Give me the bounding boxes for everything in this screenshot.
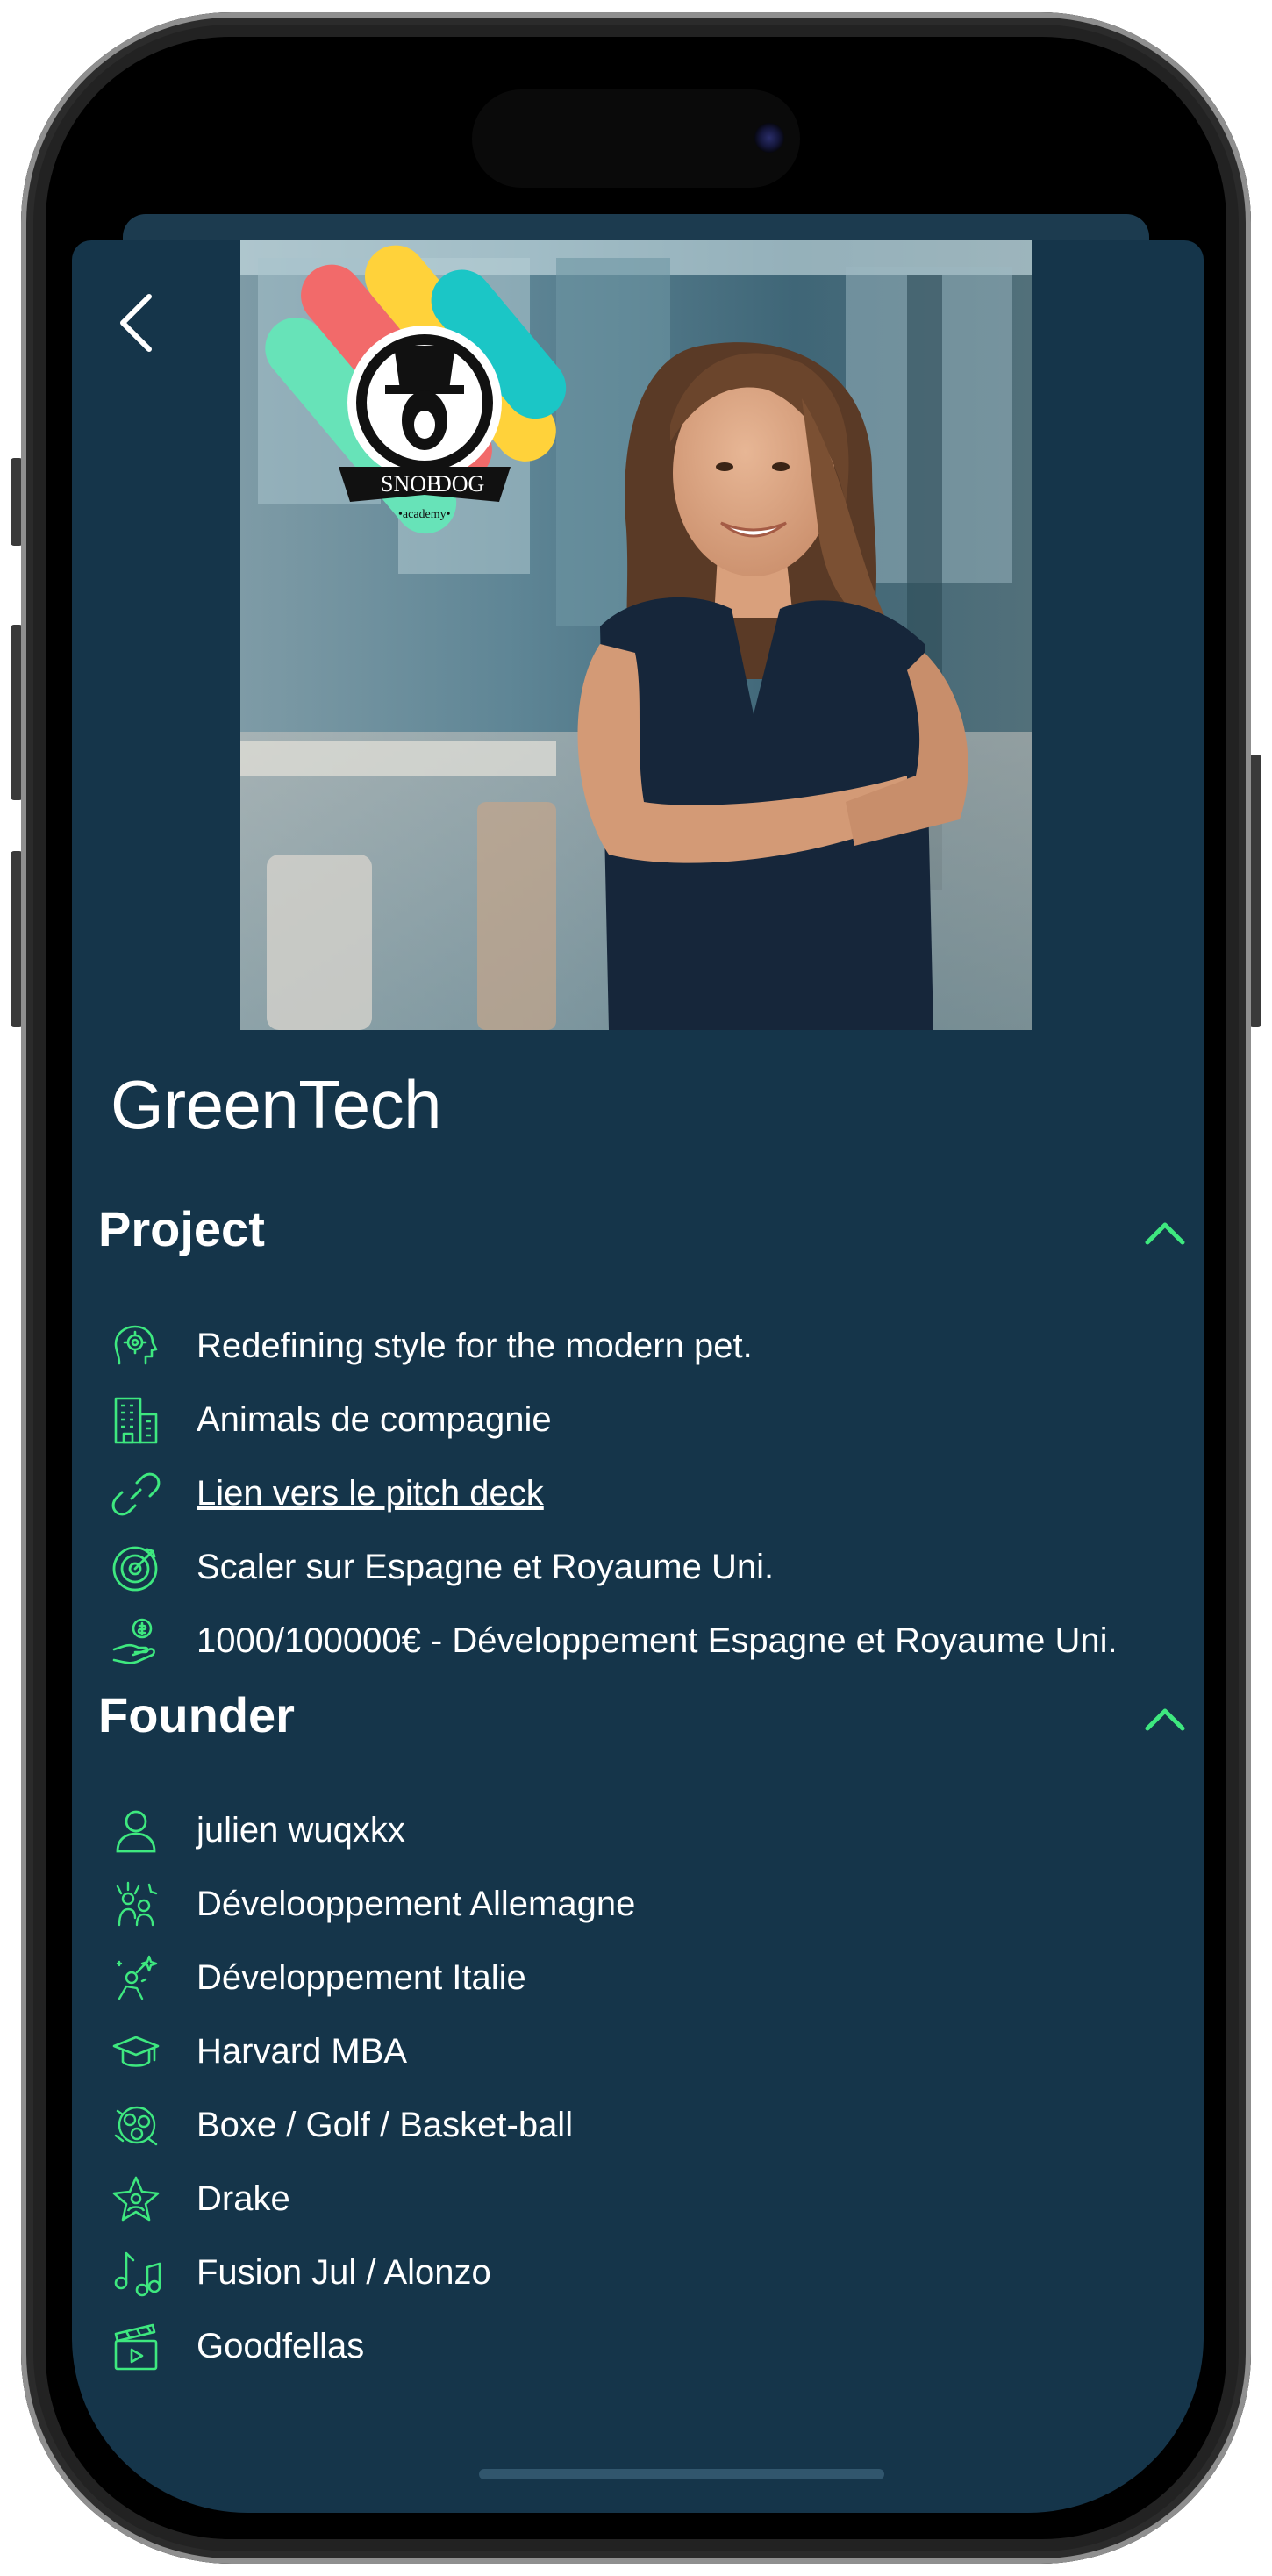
back-button[interactable] (107, 284, 163, 363)
hero-image: SNOB DOG •academy• (240, 240, 1032, 1030)
founder-item-label: Développement Italie (197, 1958, 526, 1997)
music-note-icon (114, 2251, 161, 2297)
star-person-icon (112, 2176, 160, 2222)
person-icon (116, 1810, 156, 1853)
logo-subtext: •academy• (398, 508, 451, 521)
hero-photo: SNOB DOG •academy• (240, 240, 1032, 1030)
project-list: Redefining style for the modern pet. Ani… (111, 1306, 1198, 1674)
link-icon (111, 1472, 161, 1516)
chevron-up-icon (1145, 1708, 1185, 1731)
money-hand-icon (112, 1618, 155, 1664)
target-icon (112, 1546, 158, 1592)
founder-item-name: julien wuqxkx (111, 1790, 1198, 1864)
founder-section-header[interactable]: Founder (98, 1686, 1186, 1757)
founder-item-label: julien wuqxkx (197, 1811, 405, 1850)
project-item-link[interactable]: Lien vers le pitch deck (111, 1453, 1198, 1527)
project-item-sector: Animals de compagnie (111, 1379, 1198, 1453)
logo-text-right: DOG (435, 471, 484, 497)
project-item-label: Scaler sur Espagne et Royaume Uni. (197, 1548, 775, 1586)
founder-item-label: Harvard MBA (197, 2032, 408, 2071)
founder-heading: Founder (98, 1687, 295, 1742)
project-item-label: 1000/100000€ - Développement Espagne et … (197, 1621, 1118, 1660)
project-item-label: Redefining style for the modern pet. (197, 1327, 753, 1365)
startup-detail-sheet: SNOB DOG •academy• GreenTech Project Red… (72, 240, 1204, 2513)
project-item-funding: 1000/100000€ - Développement Espagne et … (111, 1600, 1198, 1674)
project-item-label: Animals de compagnie (197, 1400, 552, 1439)
founder-item-idol: Drake (111, 2158, 1198, 2232)
dynamic-island (472, 89, 800, 188)
project-item-pitch: Redefining style for the modern pet. (111, 1306, 1198, 1379)
phone-screen: SNOB DOG •academy• GreenTech Project Red… (46, 37, 1226, 2539)
founder-item-music: Fusion Jul / Alonzo (111, 2232, 1198, 2306)
building-icon (114, 1397, 158, 1444)
project-item-goal: Scaler sur Espagne et Royaume Uni. (111, 1527, 1198, 1600)
founder-list: julien wuqxkx Dévelooppement Allemagne D… (111, 1790, 1198, 2379)
clapperboard-icon (114, 2323, 158, 2371)
logo-text-left: SNOB (381, 471, 441, 497)
project-section-header[interactable]: Project (98, 1200, 1186, 1270)
founder-item-education: Harvard MBA (111, 2011, 1198, 2085)
founder-item-label: Fusion Jul / Alonzo (197, 2253, 491, 2292)
founder-item-label: Boxe / Golf / Basket-ball (197, 2106, 574, 2144)
founder-item-experience-1: Dévelooppement Allemagne (111, 1864, 1198, 1937)
founder-item-label: Drake (197, 2179, 290, 2218)
teamwork-icon (116, 1881, 158, 1927)
founder-item-experience-2: Développement Italie (111, 1937, 1198, 2011)
sports-icon (114, 2106, 158, 2146)
project-heading: Project (98, 1201, 265, 1256)
founder-item-sports: Boxe / Golf / Basket-ball (111, 2085, 1198, 2158)
founder-item-movie: Goodfellas (111, 2306, 1198, 2379)
founder-item-label: Goodfellas (197, 2327, 365, 2365)
chevron-up-icon (1145, 1222, 1185, 1245)
graduation-cap-icon (112, 2036, 160, 2067)
founder-item-label: Dévelooppement Allemagne (197, 1885, 636, 1923)
home-indicator[interactable] (479, 2469, 884, 2479)
celebration-icon (116, 1955, 158, 2000)
chevron-left-icon (120, 294, 152, 352)
startup-title: GreenTech (111, 1066, 442, 1143)
front-camera (754, 123, 784, 153)
idea-gear-icon (114, 1325, 158, 1365)
pitch-deck-link[interactable]: Lien vers le pitch deck (197, 1472, 544, 1514)
power-button (1249, 755, 1261, 1027)
